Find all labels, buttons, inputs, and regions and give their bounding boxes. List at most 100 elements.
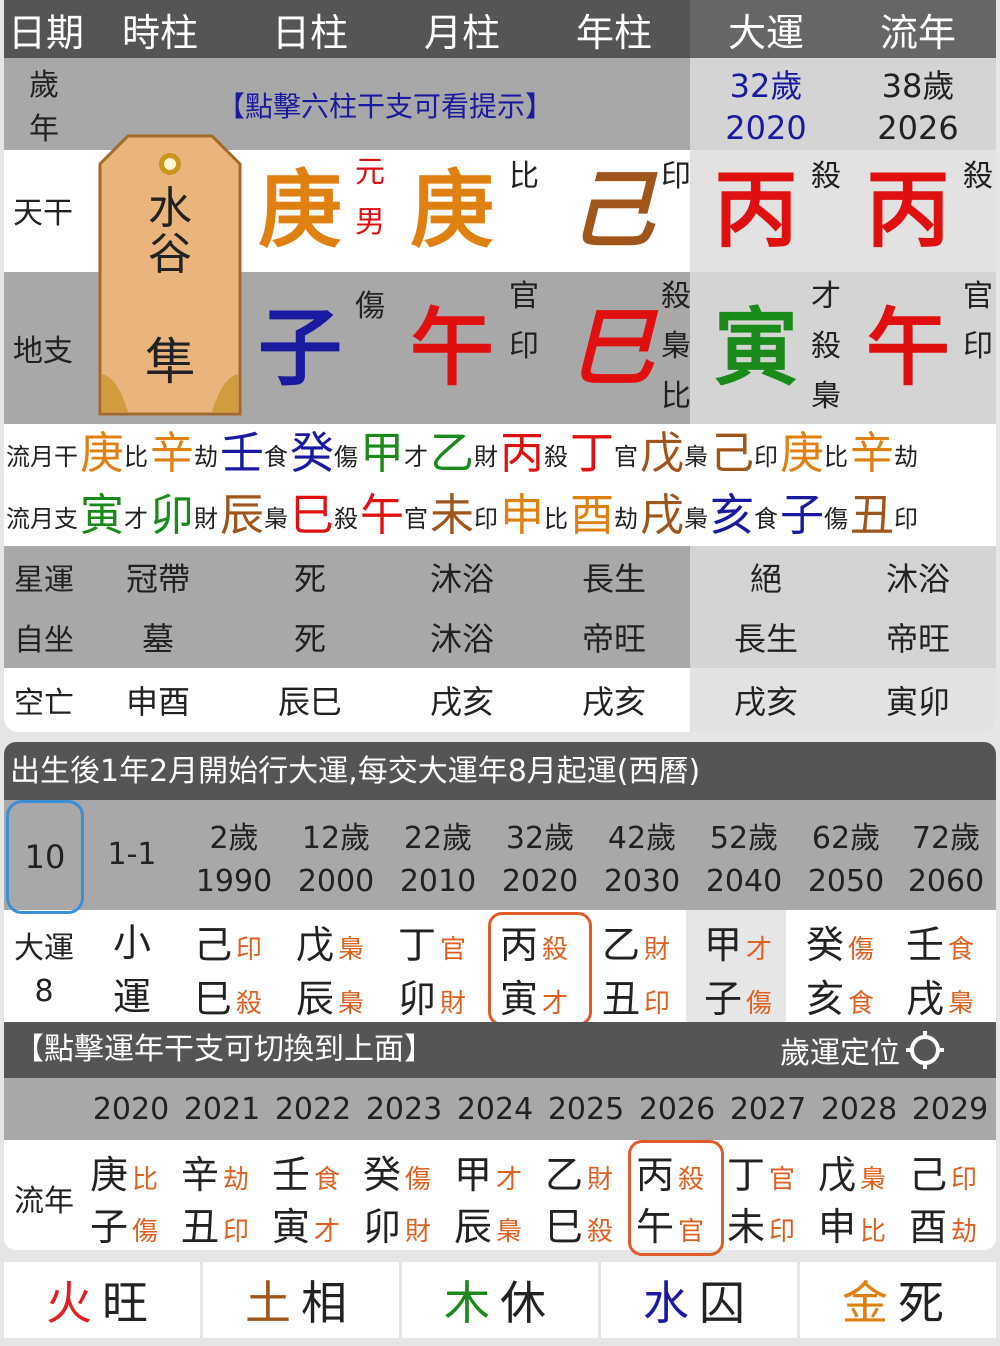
liunian-stem-cell[interactable]: 丁官: [727, 1144, 813, 1197]
xiaoyun-2[interactable]: 運: [102, 966, 162, 1020]
dayun-branch-cell[interactable]: 辰梟: [296, 968, 386, 1021]
dayun-start-year[interactable]: 2020: [492, 858, 588, 904]
dayun-branch[interactable]: 寅: [708, 298, 804, 398]
liuyue_zhi-char[interactable]: 子: [780, 494, 824, 538]
liunian-year[interactable]: 2022: [268, 1084, 358, 1134]
liunian-branch-cell[interactable]: 巳殺: [545, 1196, 631, 1249]
liuyue_gan-char[interactable]: 庚: [780, 432, 824, 476]
header-month-pillar[interactable]: 月柱: [402, 0, 522, 58]
liunian-year[interactable]: 2026: [632, 1084, 722, 1134]
liunian-branch-cell[interactable]: 卯財: [363, 1196, 449, 1249]
header-dayun[interactable]: 大運: [706, 0, 826, 58]
liunian-stem-cell[interactable]: 乙財: [545, 1144, 631, 1197]
liuyue_gan-char[interactable]: 丁: [570, 432, 614, 476]
dayun-stem-cell[interactable]: 癸傷: [806, 914, 896, 967]
year-branch[interactable]: 巳: [564, 298, 660, 398]
liunian-stem[interactable]: 丙: [860, 160, 956, 260]
dayun-stem-cell[interactable]: 戊梟: [296, 914, 386, 967]
dayun-branch-cell[interactable]: 子傷: [704, 968, 794, 1021]
liunian-year[interactable]: 2028: [814, 1084, 904, 1134]
liuyue_gan-char[interactable]: 癸: [290, 432, 334, 476]
dayun-age[interactable]: 2歲: [186, 812, 282, 858]
dayun-start-year[interactable]: 2030: [594, 858, 690, 904]
liuyue_zhi-char[interactable]: 亥: [710, 494, 754, 538]
dayun-branch-cell[interactable]: 亥食: [806, 968, 896, 1021]
dayun-stem-cell[interactable]: 壬食: [906, 914, 996, 967]
liunian-year[interactable]: 2023: [359, 1084, 449, 1134]
liuyue_zhi-char[interactable]: 丑: [850, 494, 894, 538]
liunian-year[interactable]: 2027: [723, 1084, 813, 1134]
liuyue_zhi-char[interactable]: 寅: [80, 494, 124, 538]
liuyue_zhi-char[interactable]: 巳: [290, 494, 334, 538]
dayun-age[interactable]: 32歲: [492, 812, 588, 858]
dayun-age[interactable]: 42歲: [594, 812, 690, 858]
liuyue_zhi-char[interactable]: 辰: [220, 494, 264, 538]
wuxing-cell[interactable]: 木休: [402, 1262, 598, 1338]
liunian-stem-cell[interactable]: 壬食: [272, 1144, 358, 1197]
header-year-pillar[interactable]: 年柱: [554, 0, 674, 58]
dayun-age[interactable]: 72歲: [898, 812, 994, 858]
dayun-branch-cell[interactable]: 巳殺: [194, 968, 284, 1021]
liunian-year[interactable]: 2029: [905, 1084, 995, 1134]
dayun-branch-cell[interactable]: 卯財: [398, 968, 488, 1021]
wuxing-cell[interactable]: 土相: [203, 1262, 399, 1338]
liuyue_gan-char[interactable]: 辛: [150, 432, 194, 476]
liuyue_zhi-char[interactable]: 戌: [640, 494, 684, 538]
liunian-branch-cell[interactable]: 未印: [727, 1196, 813, 1249]
liunian-stem-cell[interactable]: 戊梟: [818, 1144, 904, 1197]
liuyue_gan-char[interactable]: 庚: [80, 432, 124, 476]
liuyue_gan-char[interactable]: 丙: [500, 432, 544, 476]
liunian-year[interactable]: 2021: [177, 1084, 267, 1134]
dayun-stem-cell[interactable]: 乙財: [602, 914, 692, 967]
liuyue_gan-char[interactable]: 甲: [360, 432, 404, 476]
dayun-stem[interactable]: 丙: [708, 160, 804, 260]
selected-age-box[interactable]: 10: [6, 800, 84, 914]
header-liunian[interactable]: 流年: [858, 0, 978, 58]
month-branch[interactable]: 午: [404, 298, 500, 398]
liuyue_gan-char[interactable]: 戊: [640, 432, 684, 476]
liuyue_gan-char[interactable]: 壬: [220, 432, 264, 476]
liuyue_gan-char[interactable]: 己: [710, 432, 754, 476]
liunian-branch-cell[interactable]: 寅才: [272, 1196, 358, 1249]
dayun-stem-cell[interactable]: 丁官: [398, 914, 488, 967]
wuxing-cell[interactable]: 火旺: [4, 1262, 200, 1338]
dayun-start-year[interactable]: 2000: [288, 858, 384, 904]
dayun-age[interactable]: 52歲: [696, 812, 792, 858]
liunian-branch[interactable]: 午: [860, 298, 956, 398]
liunian-branch-cell[interactable]: 子傷: [90, 1196, 176, 1249]
liunian-stem-cell[interactable]: 庚比: [90, 1144, 176, 1197]
dayun-start-year[interactable]: 2040: [696, 858, 792, 904]
liuyue_zhi-char[interactable]: 未: [430, 494, 474, 538]
hour-pillar-tag[interactable]: 水谷 隼: [98, 134, 242, 416]
day-branch[interactable]: 子: [252, 298, 348, 398]
liunian-year[interactable]: 2024: [450, 1084, 540, 1134]
wuxing-cell[interactable]: 金死: [800, 1262, 996, 1338]
liunian-branch-cell[interactable]: 辰梟: [454, 1196, 540, 1249]
liunian-stem-cell[interactable]: 己印: [909, 1144, 995, 1197]
header-hour-pillar[interactable]: 時柱: [100, 0, 220, 58]
dayun-branch-cell[interactable]: 戌梟: [906, 968, 996, 1021]
dayun-stem-cell[interactable]: 甲才: [704, 914, 794, 967]
dayun-stem-cell[interactable]: 己印: [194, 914, 284, 967]
wuxing-cell[interactable]: 水囚: [601, 1262, 797, 1338]
dayun-start-year[interactable]: 1990: [186, 858, 282, 904]
liunian-stem-cell[interactable]: 甲才: [454, 1144, 540, 1197]
header-day-pillar[interactable]: 日柱: [250, 0, 370, 58]
day-stem[interactable]: 庚: [252, 160, 348, 260]
dayun-start-year[interactable]: 2010: [390, 858, 486, 904]
liuyue_zhi-char[interactable]: 午: [360, 494, 404, 538]
xiaoyun-1[interactable]: 小: [102, 912, 162, 966]
liunian-stem-cell[interactable]: 辛劫: [181, 1144, 267, 1197]
dayun-age[interactable]: 22歲: [390, 812, 486, 858]
dayun-start-year[interactable]: 2060: [898, 858, 994, 904]
liuyue_gan-char[interactable]: 辛: [850, 432, 894, 476]
locate-button[interactable]: 歲運定位: [780, 1026, 946, 1074]
liunian-branch-cell[interactable]: 酉劫: [909, 1196, 995, 1249]
liuyue_gan-char[interactable]: 乙: [430, 432, 474, 476]
liunian-branch-cell[interactable]: 申比: [818, 1196, 904, 1249]
liunian-stem-cell[interactable]: 癸傷: [363, 1144, 449, 1197]
dayun-age[interactable]: 62歲: [798, 812, 894, 858]
year-stem[interactable]: 己: [564, 160, 660, 260]
month-stem[interactable]: 庚: [404, 160, 500, 260]
liunian-branch-cell[interactable]: 丑印: [181, 1196, 267, 1249]
